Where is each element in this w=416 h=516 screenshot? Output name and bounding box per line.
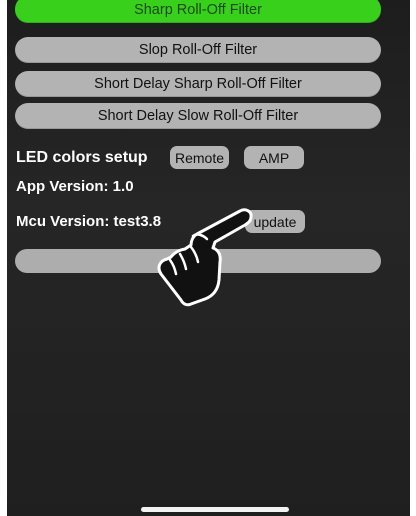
pointing-hand-icon — [157, 208, 253, 307]
filter-short-delay-slow-button[interactable]: Short Delay Slow Roll-Off Filter — [15, 103, 381, 129]
filter-short-delay-sharp-button[interactable]: Short Delay Sharp Roll-Off Filter — [15, 71, 381, 97]
app-screen: Sharp Roll-Off Filter Slop Roll-Off Filt… — [7, 0, 410, 516]
mcu-version-text: Mcu Version: test3.8 — [16, 213, 162, 230]
home-indicator[interactable] — [141, 507, 289, 512]
remote-button[interactable]: Remote — [170, 146, 229, 169]
amp-button[interactable]: AMP — [244, 146, 304, 169]
filter-sharp-roll-off-button[interactable]: Sharp Roll-Off Filter — [15, 0, 381, 23]
led-colors-setup-label: LED colors setup — [16, 149, 148, 166]
app-version-text: App Version: 1.0 — [16, 178, 134, 195]
filter-slop-roll-off-button[interactable]: Slop Roll-Off Filter — [15, 37, 381, 63]
